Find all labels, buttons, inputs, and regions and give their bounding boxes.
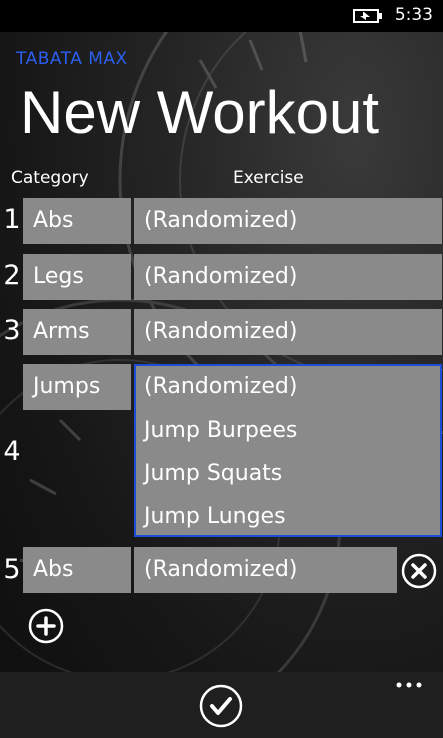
row-number: 2 bbox=[3, 260, 21, 291]
row-number: 4 bbox=[3, 436, 21, 467]
category-column-header: Category bbox=[11, 168, 89, 188]
status-bar: 5:33 bbox=[0, 0, 443, 32]
dropdown-option[interactable]: Jump Burpees bbox=[144, 418, 297, 443]
category-select[interactable]: Jumps bbox=[23, 364, 131, 410]
row-number: 5 bbox=[3, 554, 21, 585]
category-select[interactable]: Arms bbox=[23, 309, 131, 355]
category-select[interactable]: Abs bbox=[23, 198, 131, 244]
dropdown-option[interactable]: Jump Lunges bbox=[144, 504, 286, 529]
check-circle-icon[interactable] bbox=[199, 684, 243, 728]
screen: 5:33 TABATA MAX New Workout Category Exe… bbox=[0, 0, 443, 738]
close-circle-icon[interactable] bbox=[401, 553, 437, 589]
exercise-select[interactable]: (Randomized) bbox=[134, 309, 442, 355]
category-select[interactable]: Legs bbox=[23, 254, 131, 300]
page-title: New Workout bbox=[20, 79, 380, 146]
status-time: 5:33 bbox=[394, 5, 433, 25]
row-number: 1 bbox=[3, 204, 21, 235]
dropdown-option[interactable]: Jump Squats bbox=[144, 461, 282, 486]
app-title: TABATA MAX bbox=[16, 49, 128, 69]
row-number: 3 bbox=[3, 315, 21, 346]
more-icon[interactable] bbox=[395, 680, 423, 690]
exercise-column-header: Exercise bbox=[233, 168, 304, 188]
exercise-dropdown-list[interactable]: (Randomized) Jump Burpees Jump Squats Ju… bbox=[134, 364, 442, 537]
exercise-select[interactable]: (Randomized) bbox=[134, 254, 442, 300]
add-circle-icon[interactable] bbox=[28, 608, 64, 644]
exercise-select[interactable]: (Randomized) bbox=[134, 547, 397, 593]
app-bar bbox=[0, 672, 443, 738]
exercise-select[interactable]: (Randomized) bbox=[134, 198, 442, 244]
dropdown-option[interactable]: (Randomized) bbox=[144, 374, 297, 399]
category-select[interactable]: Abs bbox=[23, 547, 131, 593]
battery-charging-icon bbox=[353, 9, 382, 23]
